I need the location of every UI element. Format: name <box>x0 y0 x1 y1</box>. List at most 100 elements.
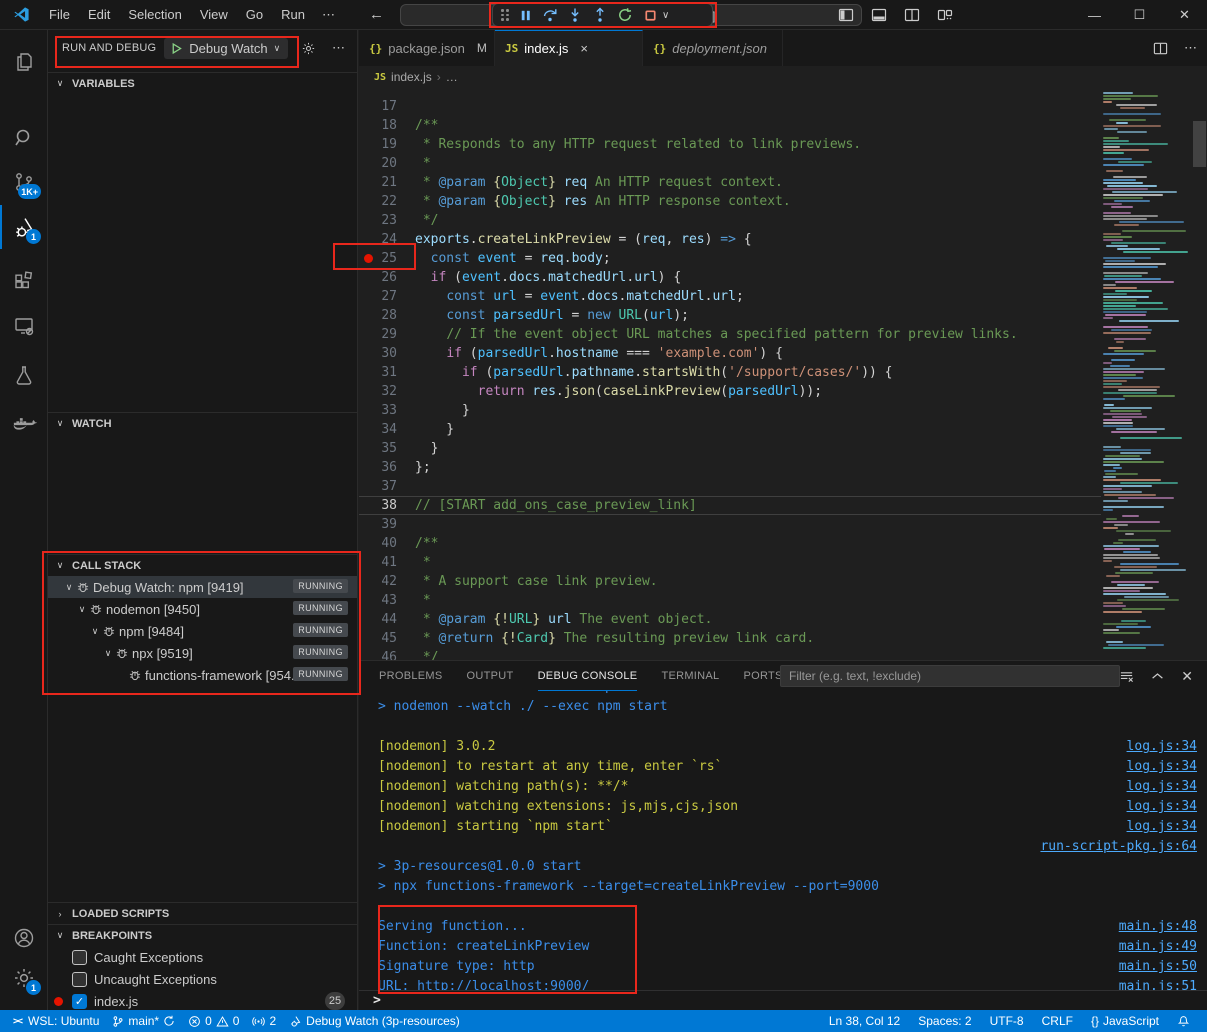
step-over-button[interactable] <box>541 6 559 24</box>
debug-toolbar-dropdown-icon[interactable]: ∨ <box>662 10 669 21</box>
source-link[interactable]: main.js:50 <box>1119 957 1197 977</box>
menu-edit[interactable]: Edit <box>79 7 119 22</box>
code-line-33[interactable]: 33 } <box>359 401 1101 420</box>
source-link[interactable]: log.js:34 <box>1127 757 1197 777</box>
tab-index-js[interactable]: JS index.js × <box>495 30 643 66</box>
close-window-button[interactable]: ✕ <box>1162 0 1207 30</box>
code-line-42[interactable]: 42 * A support case link preview. <box>359 572 1101 591</box>
pause-button[interactable] <box>516 6 534 24</box>
code-line-45[interactable]: 45 * @return {!Card} The resulting previ… <box>359 629 1101 648</box>
exception-breakpoint-row[interactable]: Uncaught Exceptions <box>48 968 357 990</box>
explorer-icon[interactable] <box>0 40 47 84</box>
call-stack-row[interactable]: ∨Debug Watch: npm [9419]RUNNING <box>48 576 357 598</box>
debug-session-item[interactable]: Debug Watch (3p-resources) <box>284 1010 465 1032</box>
split-editor-icon[interactable] <box>902 7 922 23</box>
code-line-30[interactable]: 30 if (parsedUrl.hostname === 'example.c… <box>359 344 1101 363</box>
remote-explorer-icon[interactable] <box>0 304 47 348</box>
tab-deployment-json[interactable]: {} deployment.json <box>643 30 783 66</box>
source-link[interactable]: run-script-pkg.js:64 <box>1040 837 1197 857</box>
git-branch-item[interactable]: main* <box>107 1010 180 1032</box>
code-line-39[interactable]: 39 <box>359 515 1101 534</box>
editor-more-actions-icon[interactable]: ⋯ <box>1184 40 1197 56</box>
code-line-32[interactable]: 32 return res.json(caseLinkPreview(parse… <box>359 382 1101 401</box>
menu-run[interactable]: Run <box>272 7 314 22</box>
code-line-36[interactable]: 36}; <box>359 458 1101 477</box>
toolbar-grip-icon[interactable] <box>501 9 509 21</box>
source-control-icon[interactable]: 1K+ <box>0 160 47 204</box>
code-line-41[interactable]: 41 * <box>359 553 1101 572</box>
code-line-31[interactable]: 31 if (parsedUrl.pathname.startsWith('/s… <box>359 363 1101 382</box>
ports-item[interactable]: 2 <box>247 1010 281 1032</box>
minimap[interactable] <box>1101 88 1191 660</box>
run-and-debug-icon[interactable]: 1 <box>0 205 47 249</box>
extensions-icon[interactable] <box>0 260 47 304</box>
code-line-38[interactable]: 38// [START add_ons_case_preview_link] <box>359 496 1101 515</box>
source-link[interactable]: log.js:34 <box>1127 817 1197 837</box>
watch-section-header[interactable]: ∨ WATCH <box>48 412 357 434</box>
maximize-button[interactable]: ☐ <box>1117 0 1162 30</box>
console-input[interactable]: > <box>359 990 1207 1010</box>
source-link[interactable]: main.js:48 <box>1119 917 1197 937</box>
step-into-button[interactable] <box>566 6 584 24</box>
breakpoint-checkbox[interactable]: ✓ <box>72 994 87 1009</box>
search-icon[interactable] <box>0 116 47 160</box>
breakpoint-dot[interactable] <box>364 254 373 263</box>
stop-button[interactable] <box>641 6 659 24</box>
remote-indicator[interactable]: >< WSL: Ubuntu <box>8 1010 104 1032</box>
exception-checkbox[interactable] <box>72 950 87 965</box>
code-line-19[interactable]: 19 * Responds to any HTTP request relate… <box>359 135 1101 154</box>
testing-icon[interactable] <box>0 354 47 398</box>
code-line-20[interactable]: 20 * <box>359 154 1101 173</box>
code-line-22[interactable]: 22 * @param {Object} res An HTTP respons… <box>359 192 1101 211</box>
source-link[interactable]: main.js:51 <box>1119 977 1197 990</box>
language-mode[interactable]: {} JavaScript <box>1086 1010 1164 1032</box>
cursor-position[interactable]: Ln 38, Col 12 <box>824 1010 905 1032</box>
code-line-23[interactable]: 23 */ <box>359 211 1101 230</box>
call-stack-row[interactable]: ∨npm [9484]RUNNING <box>48 620 357 642</box>
source-link[interactable]: log.js:34 <box>1127 797 1197 817</box>
code-line-40[interactable]: 40/** <box>359 534 1101 553</box>
customize-layout-icon[interactable] <box>935 7 955 23</box>
code-line-28[interactable]: 28 const parsedUrl = new URL(url); <box>359 306 1101 325</box>
indentation[interactable]: Spaces: 2 <box>913 1010 976 1032</box>
source-link[interactable]: log.js:34 <box>1127 777 1197 797</box>
accounts-icon[interactable] <box>0 916 47 960</box>
loaded-scripts-section-header[interactable]: › LOADED SCRIPTS <box>48 902 357 924</box>
panel-tab-debug-console[interactable]: DEBUG CONSOLE <box>538 661 638 691</box>
clear-console-icon[interactable] <box>1119 669 1134 684</box>
code-line-34[interactable]: 34 } <box>359 420 1101 439</box>
code-line-37[interactable]: 37 <box>359 477 1101 496</box>
exception-breakpoint-row[interactable]: Caught Exceptions <box>48 946 357 968</box>
maximize-panel-icon[interactable] <box>1151 670 1164 683</box>
code-line-24[interactable]: 24exports.createLinkPreview = (req, res)… <box>359 230 1101 249</box>
source-link[interactable]: log.js:34 <box>1127 737 1197 757</box>
debug-config-dropdown[interactable]: Debug Watch ∨ <box>164 38 288 59</box>
code-editor[interactable]: 1718/**19 * Responds to any HTTP request… <box>359 88 1101 660</box>
call-stack-row[interactable]: functions-framework [954...RUNNING <box>48 664 357 686</box>
split-editor-icon[interactable] <box>1153 41 1168 56</box>
breakpoints-section-header[interactable]: ∨ BREAKPOINTS <box>48 924 357 946</box>
code-line-25[interactable]: 25 const event = req.body; <box>359 249 1101 268</box>
call-stack-row[interactable]: ∨nodemon [9450]RUNNING <box>48 598 357 620</box>
breadcrumb[interactable]: JS index.js › … <box>359 66 1207 88</box>
nav-back-icon[interactable]: ← <box>369 6 384 23</box>
encoding[interactable]: UTF-8 <box>985 1010 1029 1032</box>
scrollbar-thumb[interactable] <box>1193 121 1206 167</box>
tab-package-json[interactable]: {} package.json M <box>359 30 495 66</box>
breakpoint-file-row[interactable]: ✓ index.js 25 <box>48 990 357 1012</box>
panel-tab-problems[interactable]: PROBLEMS <box>379 661 443 691</box>
menu-go[interactable]: Go <box>237 7 272 22</box>
code-line-35[interactable]: 35 } <box>359 439 1101 458</box>
call-stack-row[interactable]: ∨npx [9519]RUNNING <box>48 642 357 664</box>
code-line-43[interactable]: 43 * <box>359 591 1101 610</box>
panel-tab-output[interactable]: OUTPUT <box>467 661 514 691</box>
manage-gear-icon[interactable]: 1 <box>0 956 47 1000</box>
call-stack-section-header[interactable]: ∨ CALL STACK <box>48 554 357 576</box>
debug-settings-gear-icon[interactable] <box>301 41 316 56</box>
editor-scrollbar[interactable] <box>1192 88 1207 660</box>
console-filter-input[interactable] <box>780 665 1120 687</box>
code-line-21[interactable]: 21 * @param {Object} req An HTTP request… <box>359 173 1101 192</box>
code-line-27[interactable]: 27 const url = event.docs.matchedUrl.url… <box>359 287 1101 306</box>
toggle-sidebar-icon[interactable] <box>836 7 856 23</box>
code-line-26[interactable]: 26 if (event.docs.matchedUrl.url) { <box>359 268 1101 287</box>
